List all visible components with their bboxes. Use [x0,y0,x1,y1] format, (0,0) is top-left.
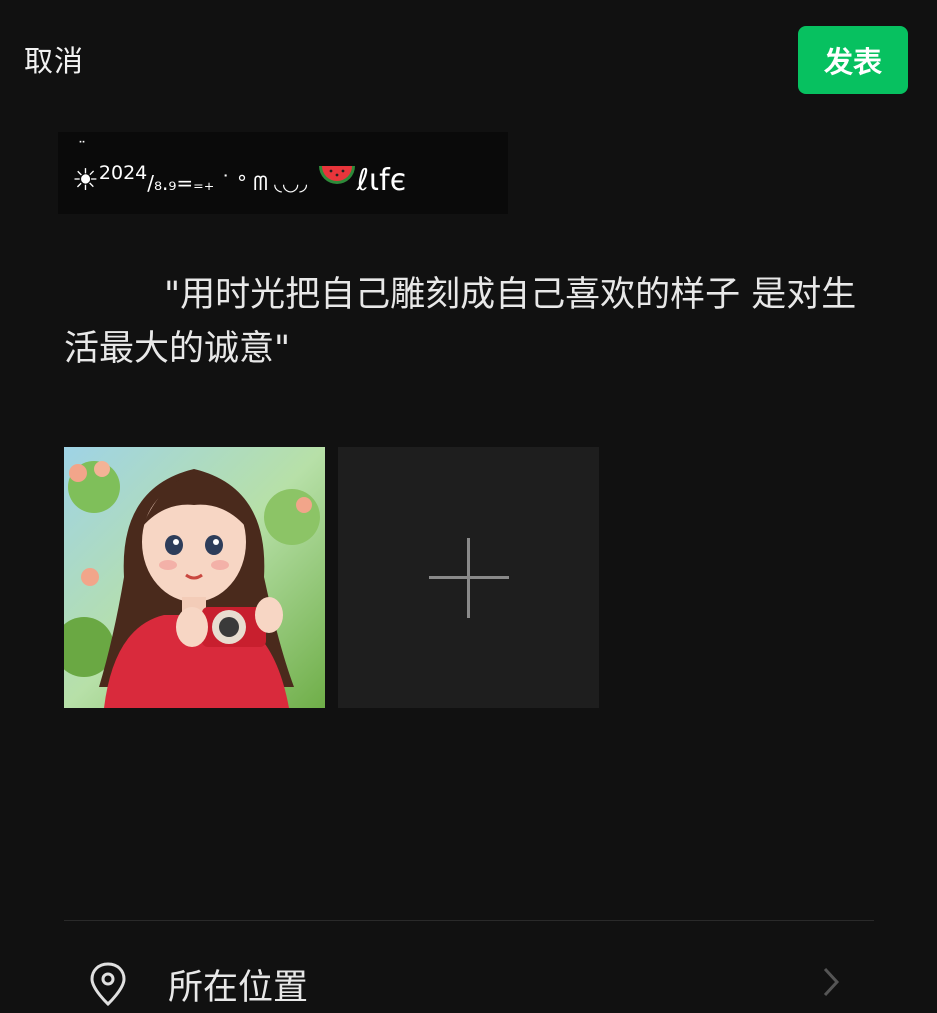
decorative-year: 2024 [98,162,148,184]
add-photo-button[interactable] [338,447,599,708]
plus-icon-vertical [467,538,470,618]
chevron-right-icon [823,967,840,997]
post-text[interactable]: "用时光把自己雕刻成自己喜欢的样子 是对生活最大的诚意" [64,268,864,376]
decorative-title: ☀2024/₈.₉=₌₊ ˙ ° ᗰ ◟◡◞ ℓιfє [72,160,406,198]
publish-button[interactable]: 发表 [798,26,908,94]
girl-with-camera-photo[interactable] [64,447,325,708]
decorative-date: /₈.₉=₌₊ ˙ ° ᗰ ◟◡◞ [147,171,308,195]
decorative-life: ℓιfє [356,163,407,198]
watermelon-icon [317,160,357,198]
sun-icon: ☀ [72,163,99,198]
cancel-button[interactable]: 取消 [24,38,84,80]
location-row[interactable]: 所在位置 [0,921,937,1013]
location-label: 所在位置 [168,968,309,1008]
location-pin-icon [90,962,126,1007]
decorative-dots: ¨ [78,138,88,157]
